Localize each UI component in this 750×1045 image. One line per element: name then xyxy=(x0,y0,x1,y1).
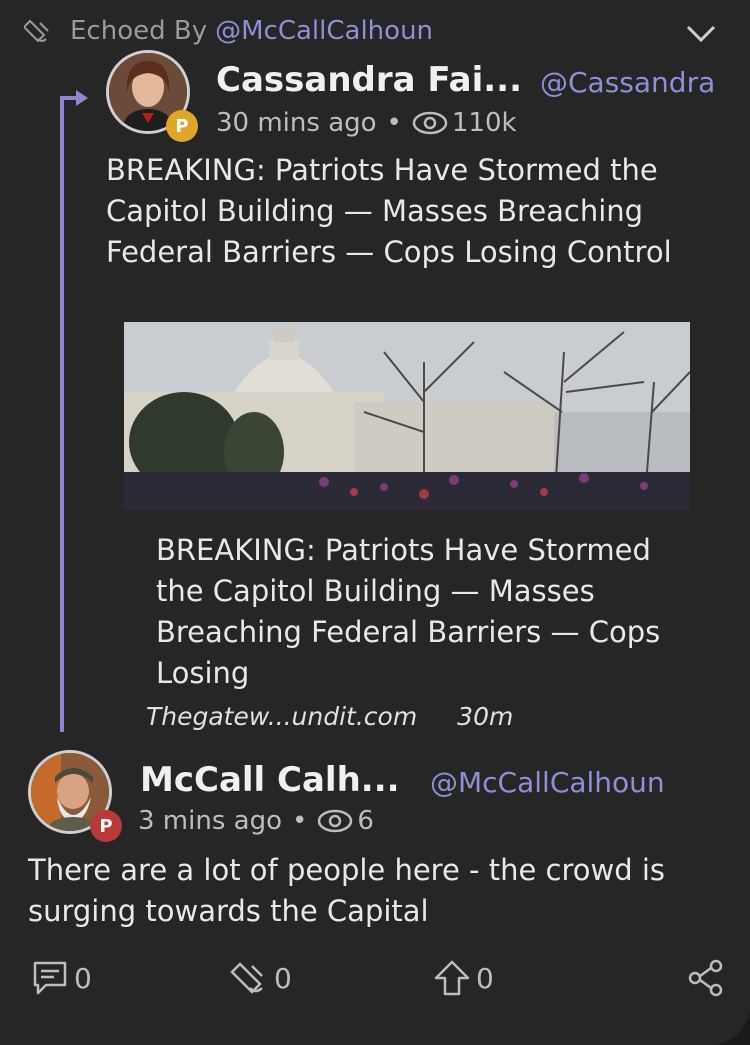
eye-icon xyxy=(318,809,353,833)
post-card: Echoed By @McCallCalhoun P Cassandra Fai… xyxy=(0,0,750,1045)
link-preview-image[interactable] xyxy=(124,322,690,510)
echo-icon xyxy=(24,19,49,43)
author-handle[interactable]: @Cassandra xyxy=(540,66,715,99)
post-time: 3 mins ago xyxy=(138,806,282,836)
upvote-icon xyxy=(434,960,470,996)
echo-header: Echoed By @McCallCalhoun xyxy=(24,14,724,48)
comment-icon xyxy=(33,961,67,995)
quoted-post-text: BREAKING: Patriots Have Stormed the Capi… xyxy=(106,153,672,269)
post-time: 30 mins ago xyxy=(216,108,377,138)
chevron-down-icon[interactable] xyxy=(686,24,716,44)
separator-dot: • xyxy=(386,108,402,138)
comment-button[interactable]: 0 xyxy=(30,958,92,998)
parler-badge-icon: P xyxy=(90,810,122,842)
eye-icon xyxy=(412,111,448,135)
link-age: 30m xyxy=(457,702,514,731)
echo-icon xyxy=(230,962,263,994)
link-preview-title[interactable]: BREAKING: Patriots Have Stormed the Capi… xyxy=(156,530,676,694)
action-bar: 0 0 0 xyxy=(0,958,750,1006)
post-meta: 30 mins ago • 110k xyxy=(216,108,517,138)
link-domain[interactable]: Thegatew...undit.com xyxy=(146,702,417,731)
separator-dot: • xyxy=(292,806,308,836)
author-name[interactable]: McCall Calh... xyxy=(140,760,400,800)
share-button[interactable] xyxy=(686,958,730,998)
author-name[interactable]: Cassandra Fai... xyxy=(216,60,522,100)
thread-arrow-icon xyxy=(76,90,88,106)
parler-badge-icon: P xyxy=(166,110,198,142)
view-count: 6 xyxy=(357,806,374,836)
author-handle[interactable]: @McCallCalhoun xyxy=(430,766,665,799)
share-icon xyxy=(688,959,723,997)
post-text: There are a lot of people here - the cro… xyxy=(28,853,666,928)
echo-label: Echoed By xyxy=(70,16,208,46)
upvote-button[interactable]: 0 xyxy=(432,958,494,998)
echo-user-link[interactable]: @McCallCalhoun xyxy=(215,16,433,46)
comment-count: 0 xyxy=(74,961,92,995)
view-count: 110k xyxy=(451,108,517,138)
thread-line xyxy=(60,96,64,732)
link-preview-meta: Thegatew...undit.com 30m xyxy=(146,702,513,731)
post-meta: 3 mins ago • 6 xyxy=(138,806,374,836)
echo-button[interactable]: 0 xyxy=(230,958,292,998)
upvote-count: 0 xyxy=(476,961,494,995)
echo-count: 0 xyxy=(274,961,292,995)
